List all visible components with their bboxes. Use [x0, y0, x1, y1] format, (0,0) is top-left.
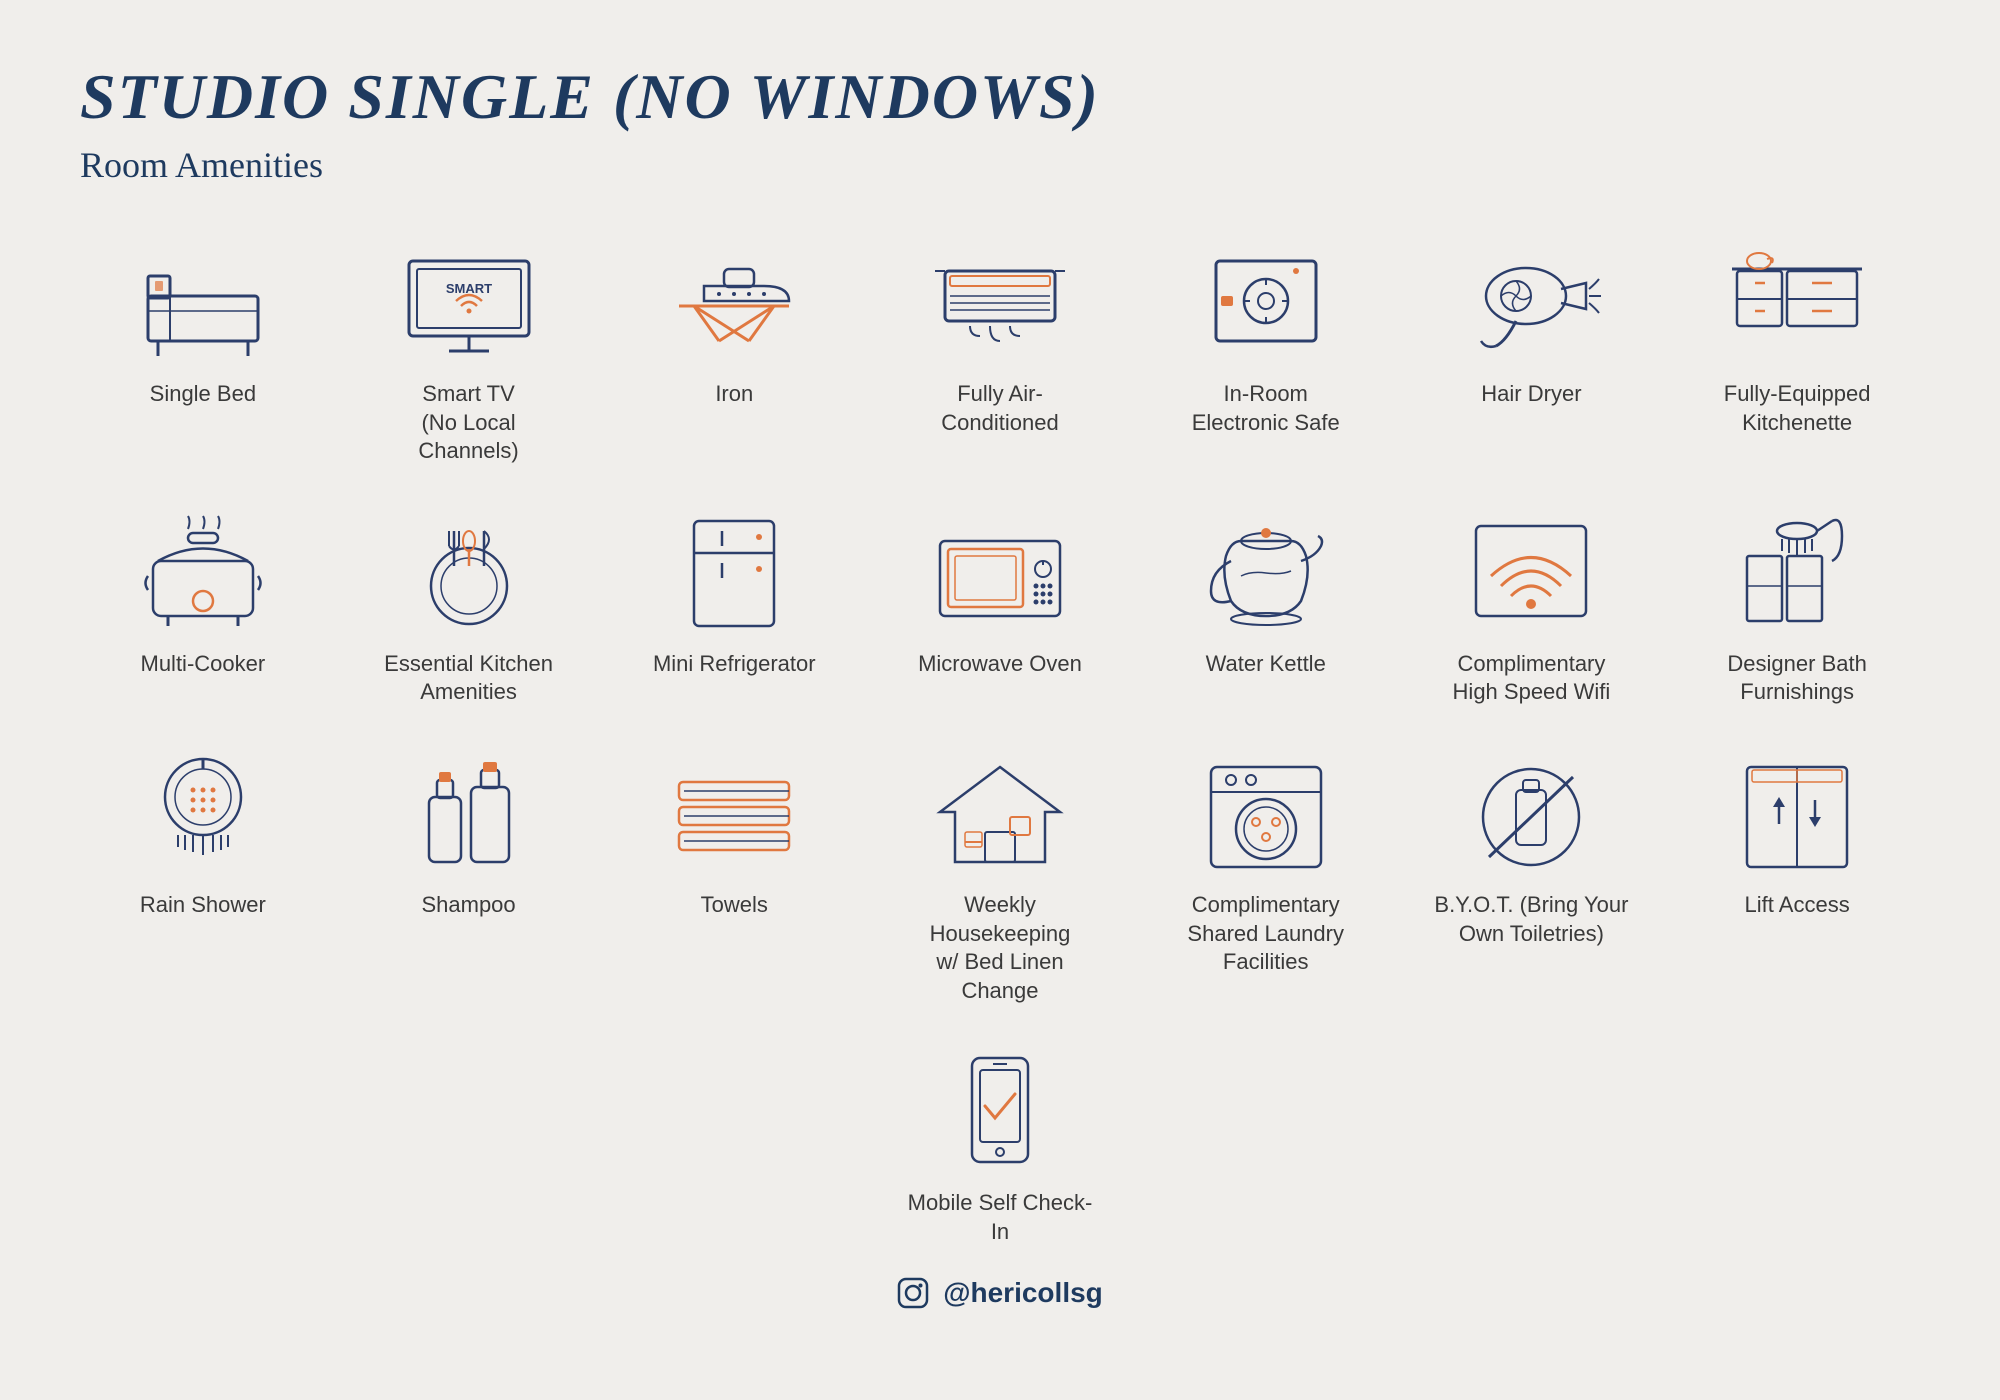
- smart-tv-icon: SMART: [389, 236, 549, 366]
- amenity-hair-dryer: Hair Dryer: [1409, 236, 1655, 466]
- shampoo-label: Shampoo: [421, 891, 515, 920]
- towels-icon: [654, 747, 814, 877]
- wifi-icon: [1451, 506, 1611, 636]
- hair-dryer-label: Hair Dryer: [1481, 380, 1581, 409]
- kitchen-amenities-icon: [389, 506, 549, 636]
- mobile-checkin-label: Mobile Self Check-In: [900, 1189, 1100, 1246]
- air-conditioned-label: Fully Air-Conditioned: [941, 380, 1058, 437]
- kitchen-amenities-label: Essential KitchenAmenities: [384, 650, 553, 707]
- amenity-mini-refrigerator: Mini Refrigerator: [611, 506, 857, 707]
- mobile-checkin-icon: [920, 1045, 1080, 1175]
- amenity-rain-shower: Rain Shower: [80, 747, 326, 1005]
- electronic-safe-label: In-RoomElectronic Safe: [1192, 380, 1340, 437]
- page-subtitle: Room Amenities: [80, 144, 1920, 186]
- laundry-icon: [1186, 747, 1346, 877]
- microwave-oven-label: Microwave Oven: [918, 650, 1082, 679]
- amenities-grid: Single Bed SMART Smart TV(No Local Chann…: [80, 236, 1920, 1005]
- amenity-kitchenette: Fully-EquippedKitchenette: [1674, 236, 1920, 466]
- air-conditioned-icon: [920, 236, 1080, 366]
- bottom-amenity-row: Mobile Self Check-In: [80, 1045, 1920, 1246]
- electronic-safe-icon: [1186, 236, 1346, 366]
- smart-tv-label: Smart TV(No Local Channels): [369, 380, 569, 466]
- instagram-icon: [897, 1277, 929, 1309]
- mini-refrigerator-label: Mini Refrigerator: [653, 650, 816, 679]
- microwave-oven-icon: [920, 506, 1080, 636]
- byot-icon: [1451, 747, 1611, 877]
- amenity-bath-furnishings: Designer BathFurnishings: [1674, 506, 1920, 707]
- amenity-lift-access: Lift Access: [1674, 747, 1920, 1005]
- multi-cooker-label: Multi-Cooker: [141, 650, 266, 679]
- iron-icon: [654, 236, 814, 366]
- hair-dryer-icon: [1451, 236, 1611, 366]
- bath-furnishings-icon: [1717, 506, 1877, 636]
- amenity-multi-cooker: Multi-Cooker: [80, 506, 326, 707]
- wifi-label: ComplimentaryHigh Speed Wifi: [1453, 650, 1611, 707]
- amenity-kitchen-amenities: Essential KitchenAmenities: [346, 506, 592, 707]
- amenity-laundry: ComplimentaryShared LaundryFacilities: [1143, 747, 1389, 1005]
- amenity-single-bed: Single Bed: [80, 236, 326, 466]
- single-bed-icon: [123, 236, 283, 366]
- amenity-mobile-checkin: Mobile Self Check-In: [900, 1045, 1100, 1246]
- footer: @hericollsg: [80, 1277, 1920, 1309]
- housekeeping-icon: [920, 747, 1080, 877]
- amenity-smart-tv: SMART Smart TV(No Local Channels): [346, 236, 592, 466]
- kitchenette-icon: [1717, 236, 1877, 366]
- towels-label: Towels: [701, 891, 768, 920]
- lift-access-label: Lift Access: [1745, 891, 1850, 920]
- shampoo-icon: [389, 747, 549, 877]
- amenity-microwave-oven: Microwave Oven: [877, 506, 1123, 707]
- housekeeping-label: Weekly Housekeepingw/ Bed Linen Change: [900, 891, 1100, 1005]
- rain-shower-icon: [123, 747, 283, 877]
- amenity-electronic-safe: In-RoomElectronic Safe: [1143, 236, 1389, 466]
- amenity-byot: B.Y.O.T. (Bring YourOwn Toiletries): [1409, 747, 1655, 1005]
- byot-label: B.Y.O.T. (Bring YourOwn Toiletries): [1434, 891, 1628, 948]
- page-title: STUDIO SINGLE (NO WINDOWS): [80, 60, 1920, 134]
- laundry-label: ComplimentaryShared LaundryFacilities: [1187, 891, 1344, 977]
- rain-shower-label: Rain Shower: [140, 891, 266, 920]
- iron-label: Iron: [715, 380, 753, 409]
- instagram-handle: @hericollsg: [943, 1277, 1103, 1309]
- water-kettle-label: Water Kettle: [1206, 650, 1326, 679]
- single-bed-label: Single Bed: [150, 380, 256, 409]
- bath-furnishings-label: Designer BathFurnishings: [1727, 650, 1866, 707]
- amenity-shampoo: Shampoo: [346, 747, 592, 1005]
- amenity-air-conditioned: Fully Air-Conditioned: [877, 236, 1123, 466]
- lift-access-icon: [1717, 747, 1877, 877]
- amenity-iron: Iron: [611, 236, 857, 466]
- multi-cooker-icon: [123, 506, 283, 636]
- amenity-water-kettle: Water Kettle: [1143, 506, 1389, 707]
- kitchenette-label: Fully-EquippedKitchenette: [1724, 380, 1871, 437]
- mini-refrigerator-icon: [654, 506, 814, 636]
- amenity-wifi: ComplimentaryHigh Speed Wifi: [1409, 506, 1655, 707]
- amenity-towels: Towels: [611, 747, 857, 1005]
- water-kettle-icon: [1186, 506, 1346, 636]
- amenity-housekeeping: Weekly Housekeepingw/ Bed Linen Change: [877, 747, 1123, 1005]
